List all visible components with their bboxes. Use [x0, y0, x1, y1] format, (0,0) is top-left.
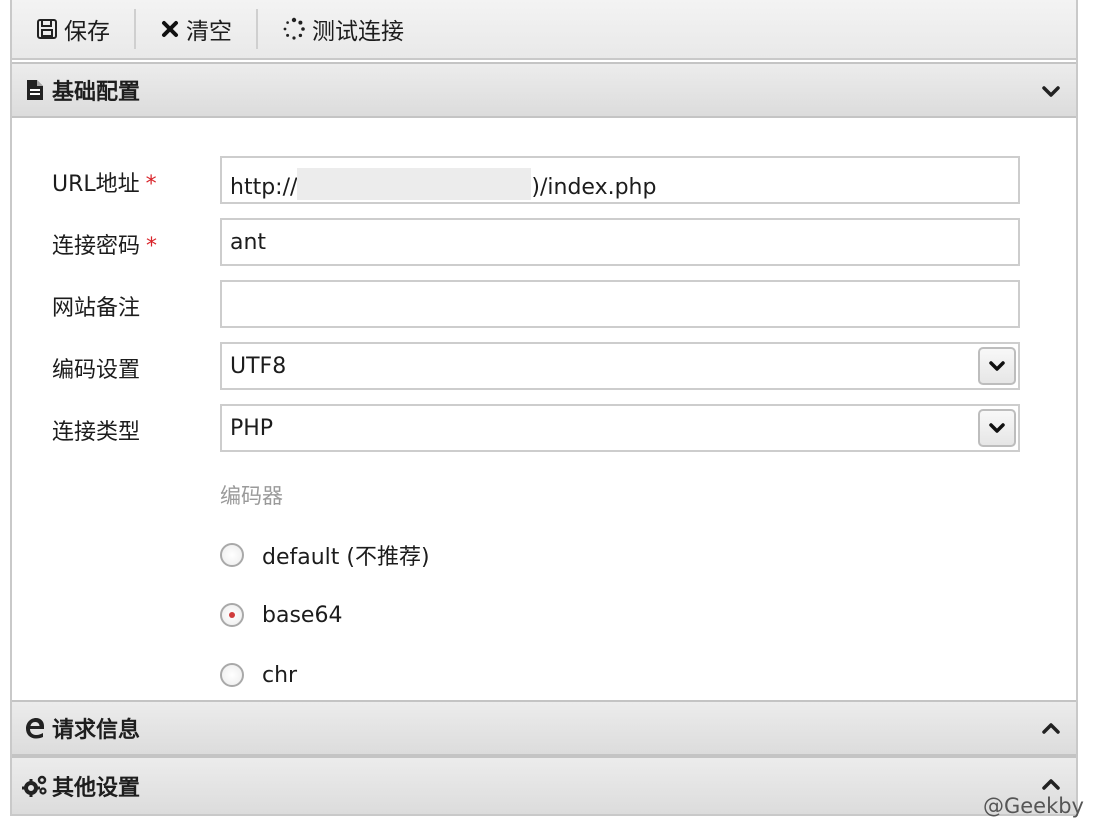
encoder-option-label: default (不推荐) [262, 545, 430, 570]
chevron-down-icon[interactable] [978, 409, 1016, 447]
save-button[interactable]: 保存 [12, 9, 134, 49]
basic-config-form: URL地址 * http:// )/index.php 连接密码 * ant 网站备注… [12, 120, 1076, 700]
password-row: 连接密码 * ant [12, 218, 1076, 266]
close-icon [160, 19, 180, 39]
clear-label: 清空 [186, 19, 232, 45]
encoding-row: 编码设置 UTF8 [12, 342, 1076, 390]
section-basic-header[interactable]: 基础配置 [12, 62, 1076, 118]
floppy-icon [36, 18, 58, 40]
url-suffix: )/index.php [531, 175, 657, 200]
encoder-option-chr[interactable]: chr [220, 660, 297, 690]
radio-button[interactable] [220, 543, 244, 567]
url-input[interactable]: http:// )/index.php [220, 156, 1020, 204]
type-label: 连接类型 [52, 420, 141, 445]
test-connection-button[interactable]: 测试连接 [258, 9, 428, 49]
save-label: 保存 [64, 19, 110, 45]
chevron-up-icon [1040, 774, 1062, 796]
edge-icon [22, 715, 48, 741]
type-value: PHP [230, 416, 274, 441]
radio-button[interactable] [220, 663, 244, 687]
encoder-option-default[interactable]: default (不推荐) [220, 540, 430, 570]
note-row: 网站备注 [12, 280, 1076, 328]
encoding-select[interactable]: UTF8 [220, 342, 1020, 390]
file-icon [22, 77, 48, 103]
type-row: 连接类型 PHP [12, 404, 1076, 452]
password-label: 连接密码 * [52, 234, 158, 259]
section-request-title: 请求信息 [52, 718, 141, 743]
chevron-down-icon [1040, 80, 1062, 102]
toolbar: 保存 清空 测试连接 [12, 0, 1076, 60]
note-input[interactable] [220, 280, 1020, 328]
section-other-title: 其他设置 [52, 776, 141, 801]
url-prefix: http:// [230, 175, 298, 200]
encoder-option-label: base64 [262, 602, 343, 628]
password-input[interactable]: ant [220, 218, 1020, 266]
encoder-option-base64[interactable]: base64 [220, 600, 342, 630]
type-select[interactable]: PHP [220, 404, 1020, 452]
url-row: URL地址 * http:// )/index.php [12, 156, 1076, 204]
chevron-down-icon[interactable] [978, 347, 1016, 385]
encoder-title: 编码器 [220, 484, 283, 508]
gears-icon [22, 773, 48, 799]
watermark: @Geekby [982, 794, 1084, 818]
spinner-icon [282, 17, 306, 41]
required-mark: * [146, 234, 158, 259]
section-other-header[interactable]: 其他设置 [12, 756, 1076, 814]
note-label: 网站备注 [52, 296, 141, 321]
encoder-option-label: chr [262, 662, 298, 688]
chevron-up-icon [1040, 718, 1062, 740]
section-request-header[interactable]: 请求信息 [12, 700, 1076, 756]
section-basic-title: 基础配置 [52, 80, 141, 105]
test-connection-label: 测试连接 [312, 19, 404, 45]
shell-config-window: 保存 清空 测试连接 基础配置 URL地址 * http://)/index.… [10, 0, 1078, 816]
required-mark: * [145, 172, 157, 197]
url-label: URL地址 * [52, 172, 157, 197]
encoding-value: UTF8 [230, 354, 287, 379]
redacted-host [297, 168, 532, 200]
radio-button-checked[interactable] [220, 603, 244, 627]
encoding-label: 编码设置 [52, 358, 141, 383]
clear-button[interactable]: 清空 [136, 9, 256, 49]
